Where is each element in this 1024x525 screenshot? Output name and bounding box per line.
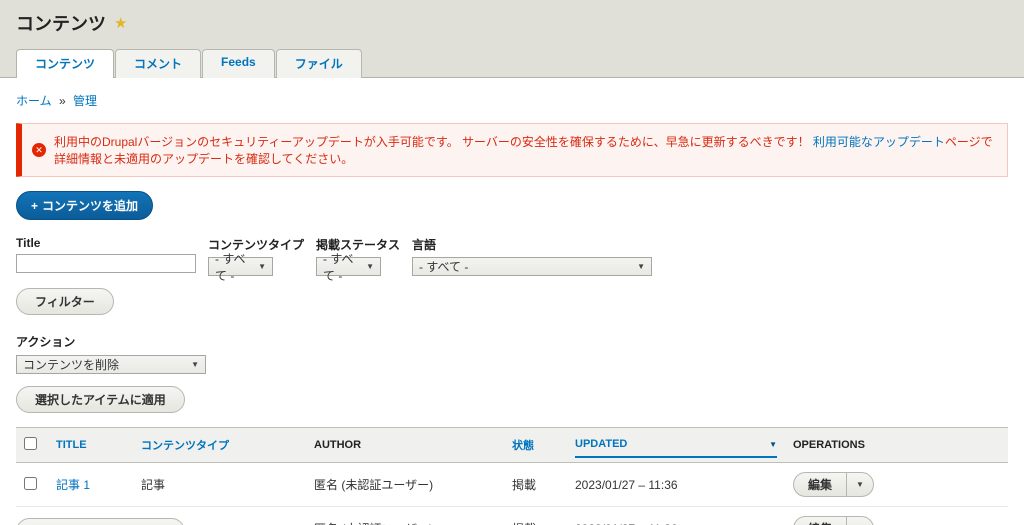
column-updated[interactable]: UPDATED (575, 438, 627, 450)
error-message: 利用中のDrupalバージョンのセキュリティーアップデートが入手可能です。 サー… (54, 133, 995, 167)
breadcrumb-separator: » (58, 94, 66, 108)
edit-split-button: 編集 ▼ (793, 472, 874, 497)
error-icon: ✕ (32, 143, 46, 157)
filter-button[interactable]: フィルター (16, 288, 114, 315)
edit-dropdown-toggle[interactable]: ▼ (846, 473, 873, 496)
content-table: TITLE コンテンツタイプ AUTHOR 状態 UPDATED ▼ OPERA… (16, 427, 1008, 525)
favorite-star-icon[interactable]: ★ (114, 14, 127, 32)
column-status[interactable]: 状態 (512, 440, 534, 452)
content-type-select[interactable]: - すべて - ▼ (208, 252, 273, 283)
row-title-link[interactable]: 記事 1 (56, 478, 90, 492)
tab-comments[interactable]: コメント (115, 49, 202, 78)
sort-desc-icon: ▼ (769, 439, 777, 449)
breadcrumb: ホーム » 管理 (16, 92, 1008, 109)
tab-files[interactable]: ファイル (275, 49, 362, 78)
column-title[interactable]: TITLE (56, 439, 87, 451)
caret-down-icon: ▼ (856, 480, 864, 489)
language-select[interactable]: - すべて - ▼ (412, 257, 653, 276)
column-updated-sort[interactable]: UPDATED ▼ (575, 438, 777, 458)
column-type[interactable]: コンテンツタイプ (141, 440, 229, 452)
chevron-down-icon: ▼ (637, 262, 646, 271)
language-selected-value: - すべて - (419, 260, 469, 274)
language-filter: 言語 - すべて - ▼ (412, 236, 653, 276)
column-operations: OPERATIONS (793, 439, 865, 451)
page-title: コンテンツ ★ (16, 10, 1008, 36)
main-content: ホーム » 管理 ✕ 利用中のDrupalバージョンのセキュリティーアップデート… (0, 78, 1024, 525)
edit-button[interactable]: 編集 (794, 517, 846, 525)
row-status: 掲載 (504, 506, 567, 525)
page-header: コンテンツ ★ コンテンツ コメント Feeds ファイル (0, 0, 1024, 78)
row-author: 匿名 (未認証ユーザー) (306, 506, 504, 525)
edit-split-button: 編集▼ (793, 516, 874, 525)
content-type-selected-value: - すべて - (215, 251, 246, 283)
row-updated: 2023/01/27 – 11:36 (567, 462, 785, 507)
publish-status-selected-value: - すべて - (323, 251, 354, 283)
title-filter-input[interactable] (16, 254, 196, 273)
action-select[interactable]: コンテンツを削除 ▼ (16, 355, 206, 374)
breadcrumb-admin-link[interactable]: 管理 (73, 94, 97, 108)
error-banner: ✕ 利用中のDrupalバージョンのセキュリティーアップデートが入手可能です。 … (16, 123, 1008, 177)
chevron-down-icon: ▼ (366, 262, 375, 271)
tab-content[interactable]: コンテンツ (16, 49, 115, 78)
language-label: 言語 (412, 238, 437, 252)
action-selected-value: コンテンツを削除 (23, 358, 120, 372)
apply-to-selected-button-bottom[interactable]: 選択したアイテムに適用 (16, 518, 185, 525)
available-updates-link[interactable]: 利用可能なアップデート (813, 135, 945, 149)
bulk-actions: アクション コンテンツを削除 ▼ 選択したアイテムに適用 (16, 333, 1008, 413)
select-all-checkbox[interactable] (24, 437, 37, 450)
table-row: 記事 1 記事 匿名 (未認証ユーザー) 掲載 2023/01/27 – 11:36 編集… (16, 462, 1008, 507)
apply-to-selected-button[interactable]: 選択したアイテムに適用 (16, 386, 185, 413)
publish-status-filter: 掲載ステータス - すべて - ▼ (316, 236, 400, 283)
tab-feeds[interactable]: Feeds (202, 49, 275, 78)
row-updated: 2023/01/27 – 11:36 (567, 506, 785, 525)
row-author: 匿名 (未認証ユーザー) (306, 462, 504, 507)
page-title-text: コンテンツ (16, 14, 106, 34)
filter-row: Title コンテンツタイプ - すべて - ▼ 掲載ステータス - すべて -… (16, 236, 1008, 283)
add-content-label: コンテンツを追加 (42, 199, 139, 213)
content-type-filter: コンテンツタイプ - すべて - ▼ (208, 236, 304, 283)
chevron-down-icon: ▼ (258, 262, 266, 271)
chevron-down-icon: ▼ (191, 360, 199, 369)
publish-status-select[interactable]: - すべて - ▼ (316, 252, 382, 283)
column-author: AUTHOR (314, 439, 362, 451)
primary-tabs: コンテンツ コメント Feeds ファイル (16, 48, 1008, 78)
table-header-row: TITLE コンテンツタイプ AUTHOR 状態 UPDATED ▼ OPERA… (16, 427, 1008, 463)
edit-button[interactable]: 編集 (794, 473, 846, 496)
title-filter: Title (16, 236, 196, 276)
row-status: 掲載 (504, 462, 567, 507)
title-filter-label: Title (16, 236, 41, 250)
action-label: アクション (16, 335, 76, 349)
row-content-type: 記事 (133, 462, 306, 507)
error-text-before: 利用中のDrupalバージョンのセキュリティーアップデートが入手可能です。 サー… (54, 135, 813, 149)
add-content-button[interactable]: + コンテンツを追加 (16, 191, 154, 220)
plus-icon: + (31, 198, 39, 213)
edit-dropdown-toggle[interactable]: ▼ (846, 517, 873, 525)
row-checkbox[interactable] (24, 476, 37, 490)
breadcrumb-home-link[interactable]: ホーム (16, 94, 52, 108)
